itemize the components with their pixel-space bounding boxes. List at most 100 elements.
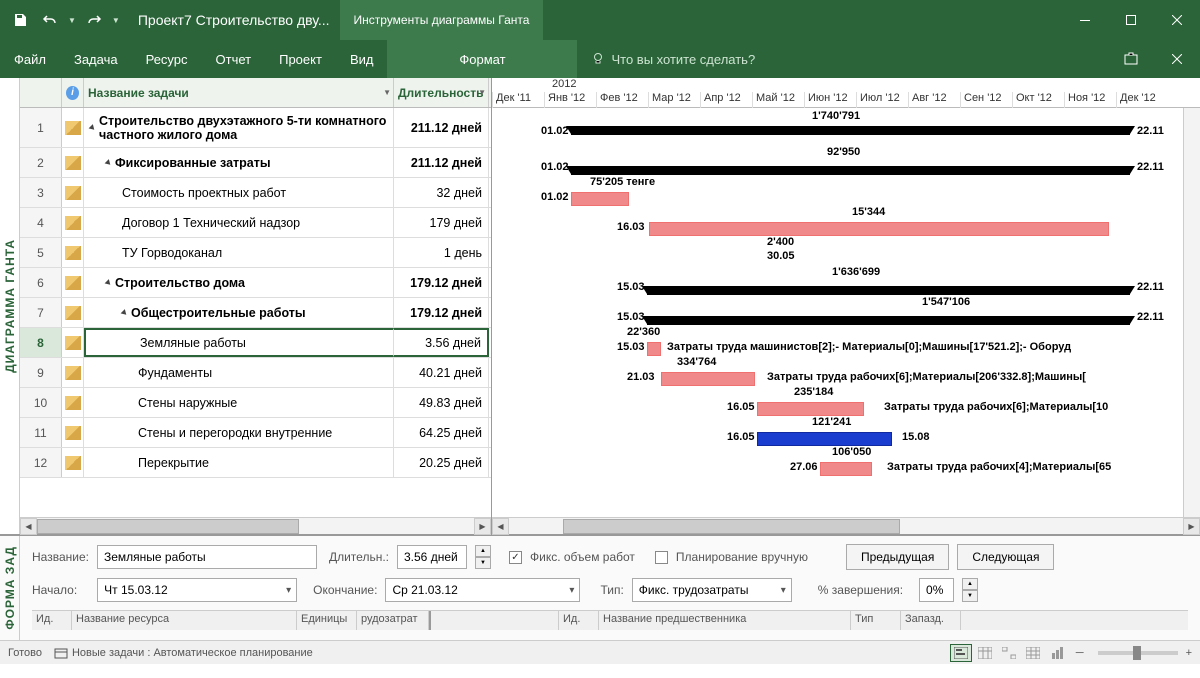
task-bar[interactable] xyxy=(571,192,629,206)
duration-cell[interactable]: 49.83 дней xyxy=(394,388,489,417)
gantt-view-label[interactable]: ДИАГРАММА ГАНТА xyxy=(0,78,20,534)
duration-spinner[interactable]: ▲▼ xyxy=(475,545,491,569)
start-date-select[interactable]: Чт 15.03.12 xyxy=(97,578,297,602)
res-name-col[interactable]: Название ресурса xyxy=(72,611,297,630)
task-name-cell[interactable]: Стоимость проектных работ xyxy=(84,178,394,207)
row-number[interactable]: 10 xyxy=(20,388,62,417)
task-name-cell[interactable]: ТУ Горводоканал xyxy=(84,238,394,267)
duration-input[interactable] xyxy=(397,545,467,569)
task-name-cell[interactable]: Перекрытие xyxy=(84,448,394,477)
duration-cell[interactable]: 40.21 дней xyxy=(394,358,489,387)
tab-report[interactable]: Отчет xyxy=(202,40,266,78)
row-number[interactable]: 9 xyxy=(20,358,62,387)
finish-date-select[interactable]: Ср 21.03.12 xyxy=(385,578,580,602)
duration-column[interactable]: Длительность▼ xyxy=(394,78,489,107)
duration-cell[interactable]: 211.12 дней xyxy=(394,108,489,147)
manual-schedule-checkbox[interactable] xyxy=(655,551,668,564)
view-gantt-icon[interactable] xyxy=(950,644,972,662)
duration-cell[interactable]: 32 дней xyxy=(394,178,489,207)
task-name-cell[interactable]: Договор 1 Технический надзор xyxy=(84,208,394,237)
task-row[interactable]: 9Фундаменты40.21 дней xyxy=(20,358,491,388)
tab-project[interactable]: Проект xyxy=(265,40,336,78)
task-row[interactable]: 1Строительство двухэтажного 5-ти комнатн… xyxy=(20,108,491,148)
view-report-icon[interactable] xyxy=(1046,644,1068,662)
task-row[interactable]: 7 Общестроительные работы179.12 дней xyxy=(20,298,491,328)
percent-input[interactable] xyxy=(919,578,954,602)
row-number[interactable]: 6 xyxy=(20,268,62,297)
task-name-cell[interactable]: Земляные работы xyxy=(84,328,394,357)
zoom-out-icon[interactable]: ─ xyxy=(1076,647,1084,659)
task-bar[interactable] xyxy=(649,222,1109,236)
tell-me-search[interactable]: Что вы хотите сделать? xyxy=(577,52,769,67)
row-number[interactable]: 2 xyxy=(20,148,62,177)
row-number[interactable]: 5 xyxy=(20,238,62,267)
tab-resource[interactable]: Ресурс xyxy=(132,40,202,78)
task-name-cell[interactable]: Стены наружные xyxy=(84,388,394,417)
ribbon-share-icon[interactable] xyxy=(1108,40,1154,78)
maximize-button[interactable] xyxy=(1108,0,1154,40)
gantt-body[interactable]: 01.0222.111'740'79101.0222.1192'95001.02… xyxy=(492,108,1200,517)
task-row[interactable]: 4 Договор 1 Технический надзор179 дней xyxy=(20,208,491,238)
redo-icon[interactable] xyxy=(82,8,106,32)
tab-file[interactable]: Файл xyxy=(0,40,60,78)
row-number[interactable]: 11 xyxy=(20,418,62,447)
view-network-icon[interactable] xyxy=(998,644,1020,662)
task-bar[interactable] xyxy=(757,432,892,446)
duration-cell[interactable]: 179.12 дней xyxy=(394,298,489,327)
duration-cell[interactable]: 20.25 дней xyxy=(394,448,489,477)
task-name-cell[interactable]: Стены и перегородки внутренние xyxy=(84,418,394,447)
summary-bar[interactable] xyxy=(571,126,1130,135)
pred-lag-col[interactable]: Запазд. xyxy=(901,611,961,630)
duration-cell[interactable]: 64.25 дней xyxy=(394,418,489,447)
res-work-col[interactable]: рудозатрат xyxy=(357,611,429,630)
left-horizontal-scrollbar[interactable]: ◀ ▶ xyxy=(20,517,491,534)
scroll-left-icon[interactable]: ◀ xyxy=(492,518,509,535)
row-number[interactable]: 3 xyxy=(20,178,62,207)
task-name-cell[interactable]: Общестроительные работы xyxy=(84,298,394,327)
form-label[interactable]: ФОРМА ЗАД xyxy=(0,536,20,640)
task-name-column[interactable]: Название задачи▼ xyxy=(84,78,394,107)
tab-format[interactable]: Формат xyxy=(387,40,577,78)
summary-bar[interactable] xyxy=(571,166,1130,175)
vertical-scrollbar[interactable] xyxy=(1183,108,1200,517)
task-name-cell[interactable]: Фиксированные затраты xyxy=(84,148,394,177)
summary-bar[interactable] xyxy=(647,286,1130,295)
undo-dropdown[interactable]: ▼ xyxy=(68,16,76,25)
task-name-cell[interactable]: Строительство двухэтажного 5-ти комнатно… xyxy=(84,108,394,147)
duration-cell[interactable]: 211.12 дней xyxy=(394,148,489,177)
scroll-right-icon[interactable]: ▶ xyxy=(474,518,491,535)
pred-type-col[interactable]: Тип xyxy=(851,611,901,630)
fixed-work-checkbox[interactable] xyxy=(509,551,522,564)
qat-custom[interactable]: ▼ xyxy=(112,16,120,25)
view-sheet-icon[interactable] xyxy=(1022,644,1044,662)
task-bar[interactable] xyxy=(661,372,755,386)
task-row[interactable]: 3 Стоимость проектных работ32 дней xyxy=(20,178,491,208)
task-row[interactable]: 11 Стены и перегородки внутренние64.25 дн… xyxy=(20,418,491,448)
zoom-slider[interactable] xyxy=(1098,651,1178,655)
collapse-icon[interactable] xyxy=(105,279,113,287)
row-number[interactable]: 8 xyxy=(20,328,62,357)
tab-task[interactable]: Задача xyxy=(60,40,132,78)
tab-view[interactable]: Вид xyxy=(336,40,388,78)
row-header-blank[interactable] xyxy=(20,78,62,107)
right-horizontal-scrollbar[interactable]: ◀ ▶ xyxy=(492,517,1200,534)
task-row[interactable]: 12 Перекрытие20.25 дней xyxy=(20,448,491,478)
task-name-input[interactable] xyxy=(97,545,317,569)
next-button[interactable]: Следующая xyxy=(957,544,1054,570)
task-bar[interactable] xyxy=(820,462,872,476)
collapse-icon[interactable] xyxy=(121,309,129,317)
task-name-cell[interactable]: Строительство дома xyxy=(84,268,394,297)
save-icon[interactable] xyxy=(8,8,32,32)
summary-bar[interactable] xyxy=(647,316,1130,325)
row-number[interactable]: 4 xyxy=(20,208,62,237)
row-number[interactable]: 7 xyxy=(20,298,62,327)
ribbon-close-icon[interactable] xyxy=(1154,40,1200,78)
duration-cell[interactable]: 179 дней xyxy=(394,208,489,237)
duration-cell[interactable]: 179.12 дней xyxy=(394,268,489,297)
scroll-right-icon[interactable]: ▶ xyxy=(1183,518,1200,535)
close-button[interactable] xyxy=(1154,0,1200,40)
row-number[interactable]: 12 xyxy=(20,448,62,477)
undo-icon[interactable] xyxy=(38,8,62,32)
schedule-mode-icon[interactable]: Новые задачи : Автоматическое планирован… xyxy=(54,647,313,659)
res-id-col[interactable]: Ид. xyxy=(32,611,72,630)
